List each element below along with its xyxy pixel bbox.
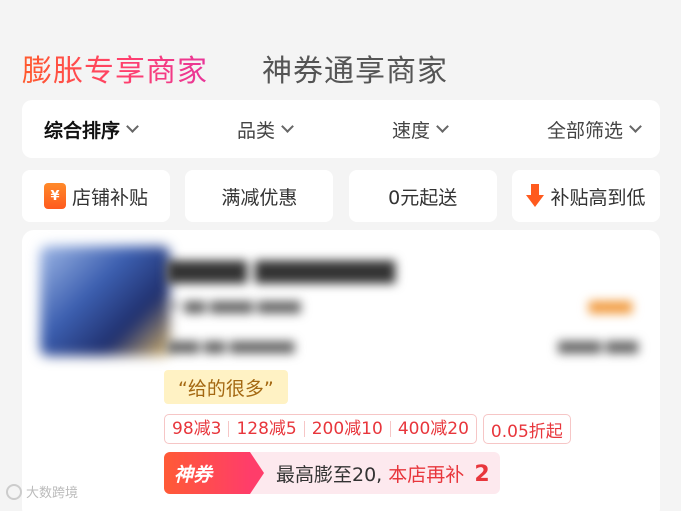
god-coupon-banner[interactable]: 神券 最高膨至20, 本店再补 2 xyxy=(164,452,500,494)
filter-full-reduction-label: 满减优惠 xyxy=(221,186,298,209)
promo-row: 98减3 128减5 200减10 400减20 0.05折起 xyxy=(164,414,571,444)
sort-bar: 综合排序 品类 速度 全部筛选 xyxy=(22,100,660,158)
sort-category[interactable]: 品类 xyxy=(236,116,294,143)
shop-card[interactable]: ▆▆▆▆ ▆▆▆▆▆▆▆ ★ ▆▆ ▆▆▆▆ ▆▆▆▆ ▆▆▆▆ ▆▆▆ ▆▆ … xyxy=(22,230,660,511)
shop-meta-blurred: ▆▆▆ ▆▆ ▆▆▆▆▆▆ xyxy=(167,338,295,354)
filter-subsidy-high-low[interactable]: 补贴高到低 xyxy=(511,170,660,222)
shop-rating-blurred: ★ ▆▆ ▆▆▆▆ ▆▆▆▆ xyxy=(167,298,301,314)
tab-expand-exclusive[interactable]: 膨胀专享商家 xyxy=(22,46,208,90)
shop-distance-blurred: ▆▆▆▆ ▆▆▆ xyxy=(558,338,638,354)
shop-name-blurred: ▆▆▆▆ ▆▆▆▆▆▆▆ xyxy=(167,254,396,284)
filter-chips: ¥ 店铺补贴 满减优惠 0元起送 补贴高到低 xyxy=(22,170,660,222)
sort-comprehensive[interactable]: 综合排序 xyxy=(44,116,139,143)
watermark-logo-icon xyxy=(6,483,22,500)
filter-subsidy-high-low-label: 补贴高到低 xyxy=(550,186,646,209)
coupon-text: 最高膨至20, 本店再补 2 xyxy=(276,460,490,487)
review-quote: “给的很多” xyxy=(164,370,288,404)
sort-all-filters-label: 全部筛选 xyxy=(546,119,623,142)
watermark-text: 大数跨境 xyxy=(26,486,79,501)
discount-badge: 0.05折起 xyxy=(482,414,571,444)
coupon-text-accent: 本店再补 xyxy=(388,463,465,486)
filter-shop-subsidy[interactable]: ¥ 店铺补贴 xyxy=(22,170,170,222)
coupon-tag: 神券 xyxy=(164,452,264,494)
down-arrow-icon xyxy=(526,184,545,208)
chevron-down-icon xyxy=(281,120,294,133)
coupon-number: 2 xyxy=(474,461,490,487)
merchant-tabs: 膨胀专享商家 神券通享商家 xyxy=(22,46,448,90)
promo-item: 200减10 xyxy=(303,421,390,438)
promo-item: 128减5 xyxy=(228,421,303,438)
sort-speed-label: 速度 xyxy=(391,119,430,142)
watermark: 大数跨境 xyxy=(6,482,78,501)
chevron-down-icon xyxy=(126,120,139,133)
yen-icon: ¥ xyxy=(43,183,66,209)
full-reduction-group: 98减3 128减5 200减10 400减20 xyxy=(164,414,477,444)
filter-full-reduction[interactable]: 满减优惠 xyxy=(185,170,334,222)
filter-zero-minimum-label: 0元起送 xyxy=(388,186,458,209)
sort-speed[interactable]: 速度 xyxy=(391,116,449,143)
coupon-text-main: 最高膨至20, xyxy=(276,463,383,486)
shop-badge-blurred: ▆▆▆▆ xyxy=(588,298,632,314)
filter-shop-subsidy-label: 店铺补贴 xyxy=(71,186,148,209)
promo-item: 400减20 xyxy=(389,421,476,438)
filter-zero-minimum[interactable]: 0元起送 xyxy=(348,170,497,222)
sort-category-label: 品类 xyxy=(236,119,275,142)
tab-coupon-shared[interactable]: 神券通享商家 xyxy=(262,46,448,90)
shop-thumbnail xyxy=(40,246,170,356)
sort-comprehensive-label: 综合排序 xyxy=(44,119,121,142)
chevron-down-icon xyxy=(629,120,642,133)
promo-item: 98减3 xyxy=(172,419,222,439)
sort-all-filters[interactable]: 全部筛选 xyxy=(546,116,642,143)
chevron-down-icon xyxy=(436,120,449,133)
